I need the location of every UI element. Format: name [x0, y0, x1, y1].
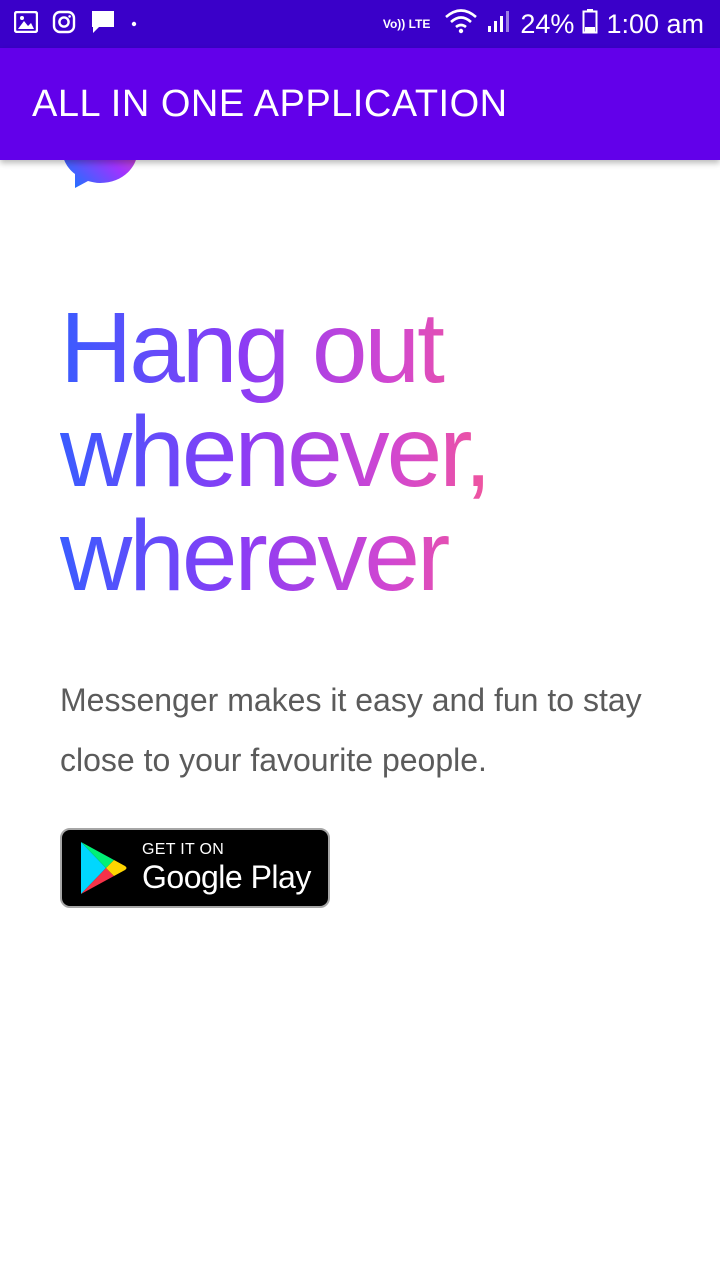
headline-line: Hang out: [60, 292, 442, 404]
google-play-icon: [81, 842, 127, 894]
status-bar: Vo)) LTE 24% 1:00 am: [0, 0, 720, 48]
app-title: ALL IN ONE APPLICATION: [32, 82, 508, 125]
headline-line: wherever: [60, 500, 448, 612]
dot-icon: [130, 15, 138, 33]
instagram-icon: [52, 10, 76, 39]
wifi-icon: [444, 8, 478, 41]
battery-percentage: 24%: [520, 8, 575, 39]
hero-headline: Hang out whenever, wherever: [60, 296, 660, 608]
message-icon: [90, 9, 116, 40]
app-bar: ALL IN ONE APPLICATION: [0, 48, 720, 160]
clock: 1:00 am: [606, 8, 704, 39]
signal-icon: [486, 9, 512, 40]
badge-large-text: Google Play: [142, 859, 311, 895]
google-play-button[interactable]: GET IT ON Google Play: [60, 828, 330, 908]
messenger-icon[interactable]: [60, 160, 140, 190]
battery-icon: [582, 8, 598, 41]
webview-content[interactable]: Hang out whenever, wherever Messenger ma…: [0, 160, 720, 1280]
gallery-icon: [13, 10, 39, 38]
hero-description: Messenger makes it easy and fun to stay …: [60, 682, 642, 778]
volte-indicator: Vo)) LTE: [382, 16, 431, 31]
status-bar-notifications: [13, 9, 138, 40]
badge-small-text: GET IT ON: [142, 841, 225, 858]
google-play-text: GET IT ON Google Play: [142, 841, 311, 895]
status-bar-system: Vo)) LTE 24% 1:00 am: [383, 8, 704, 41]
headline-line: whenever,: [60, 396, 489, 508]
